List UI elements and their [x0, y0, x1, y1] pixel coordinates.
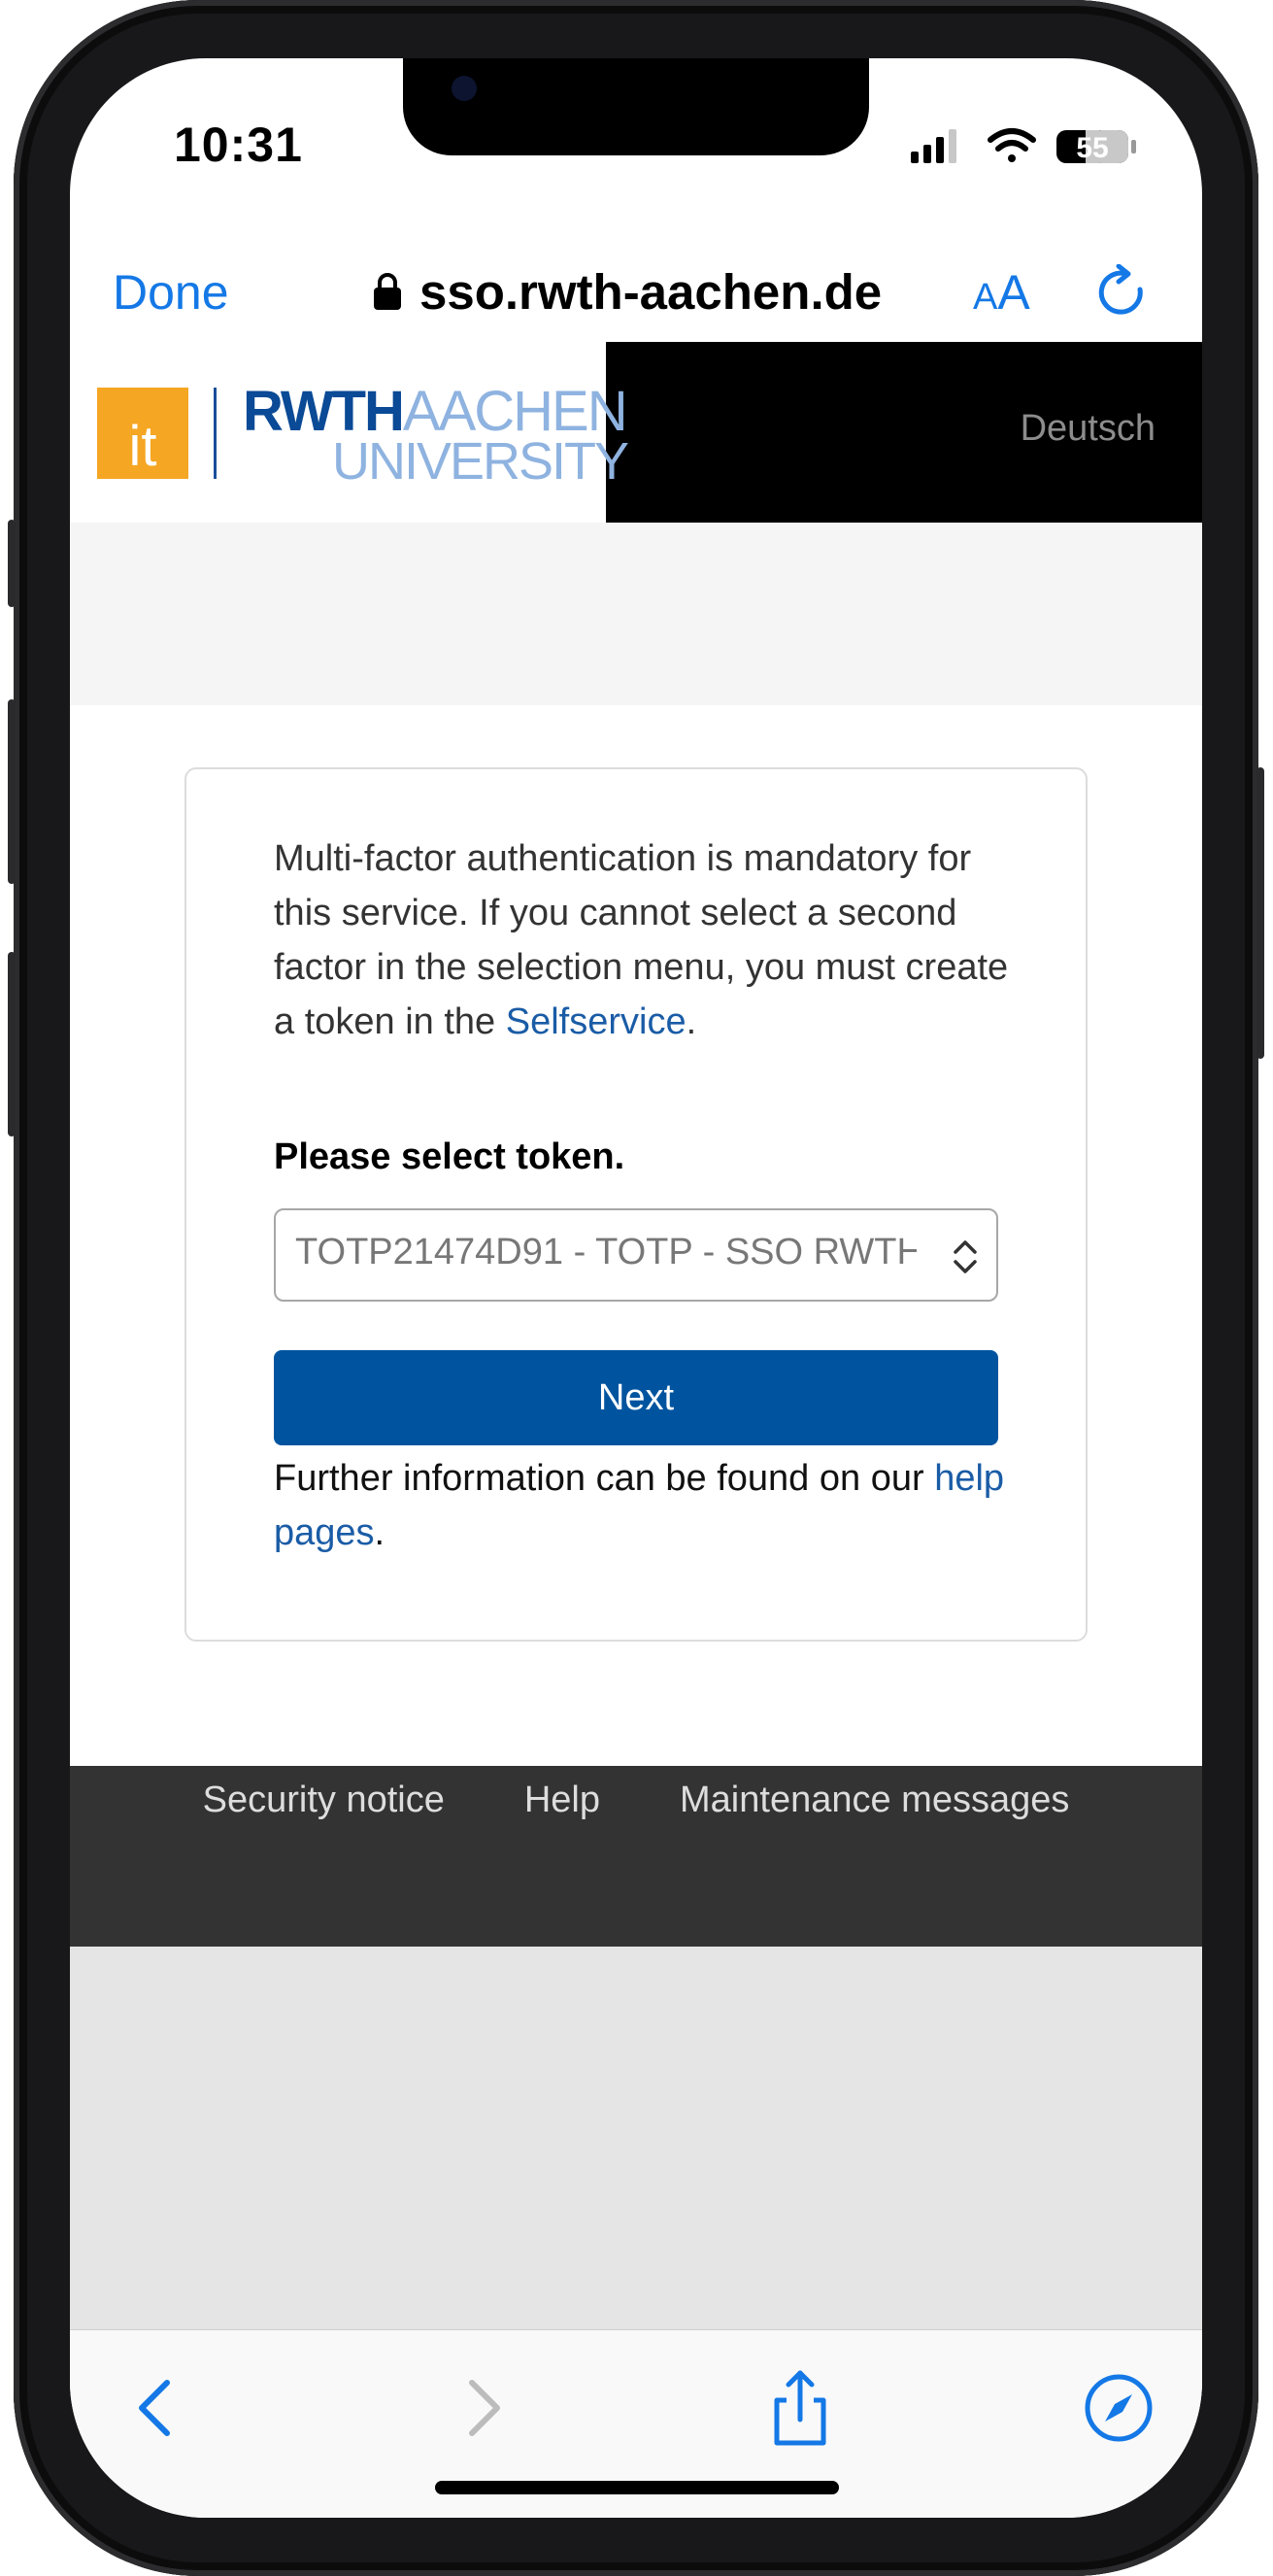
status-icons: 55: [911, 124, 1144, 164]
battery-icon: 55: [1056, 130, 1136, 164]
url-text: sso.rwth-aachen.de: [419, 263, 883, 320]
volume-down-button: [8, 952, 16, 1136]
home-indicator: [435, 2481, 839, 2494]
dynamic-island: [403, 58, 869, 155]
select-token-label: Please select token.: [274, 1136, 625, 1177]
footer-link-help[interactable]: Help: [524, 1779, 600, 1821]
further-info-body: Further information can be found on our: [274, 1458, 935, 1499]
selfservice-link[interactable]: Selfservice: [506, 1001, 687, 1042]
lock-icon: [374, 273, 401, 310]
signal-icon: [911, 129, 956, 163]
gray-band: [70, 523, 1202, 705]
screen: 10:31 55 Done sso.rwth-aachen.de AA it R…: [70, 58, 1202, 2518]
further-info-text: Further information can be found on our …: [274, 1451, 1012, 1560]
reload-icon[interactable]: [1097, 264, 1152, 322]
chevron-left-icon[interactable]: [118, 2369, 196, 2447]
page-background: [70, 1947, 1202, 2329]
compass-icon[interactable]: [1080, 2369, 1157, 2447]
share-icon[interactable]: [761, 2369, 839, 2447]
volume-up-button: [8, 699, 16, 884]
chevron-right-icon[interactable]: [443, 2369, 520, 2447]
footer-link-security-notice[interactable]: Security notice: [203, 1779, 445, 1821]
camera-icon: [452, 76, 477, 101]
next-button[interactable]: Next: [274, 1350, 998, 1445]
action-button: [8, 520, 16, 607]
footer-link-maintenance[interactable]: Maintenance messages: [680, 1779, 1069, 1821]
address-bar[interactable]: sso.rwth-aachen.de: [373, 262, 882, 321]
it-logo-square: it: [97, 388, 188, 479]
wifi-icon: [988, 128, 1036, 162]
text-size-button[interactable]: AA: [973, 264, 1030, 321]
language-link[interactable]: Deutsch: [1021, 408, 1156, 450]
rwth-logo[interactable]: it RWTHAACHEN UNIVERSITY: [70, 342, 629, 523]
mfa-info-text: Multi-factor authentication is mandatory…: [274, 831, 1012, 1049]
mfa-card: Multi-factor authentication is mandatory…: [184, 767, 1088, 1642]
logo-it-text: it: [128, 415, 157, 478]
select-chevron-icon: [954, 1240, 977, 1273]
logo-divider: [214, 388, 217, 479]
site-header: it RWTHAACHEN UNIVERSITY Deutsch: [70, 342, 1202, 523]
done-button[interactable]: Done: [113, 264, 229, 321]
text-size-small-label: A: [973, 277, 998, 318]
status-time: 10:31: [174, 118, 303, 172]
logo-university-text: UNIVERSITY: [332, 432, 629, 491]
mfa-info-end: .: [686, 1001, 697, 1042]
token-select-value: TOTP21474D91 - TOTP - SSO RWTH: [295, 1232, 917, 1272]
text-size-big-label: A: [997, 265, 1030, 320]
site-footer: Security notice Help Maintenance message…: [70, 1766, 1202, 1947]
further-info-end: .: [374, 1512, 385, 1553]
svg-text:55: 55: [1076, 132, 1108, 164]
power-button: [1256, 767, 1264, 1059]
footer-links: Security notice Help Maintenance message…: [70, 1779, 1202, 1821]
browser-bar: Done sso.rwth-aachen.de AA: [70, 243, 1202, 340]
token-select[interactable]: TOTP21474D91 - TOTP - SSO RWTH: [274, 1208, 998, 1302]
